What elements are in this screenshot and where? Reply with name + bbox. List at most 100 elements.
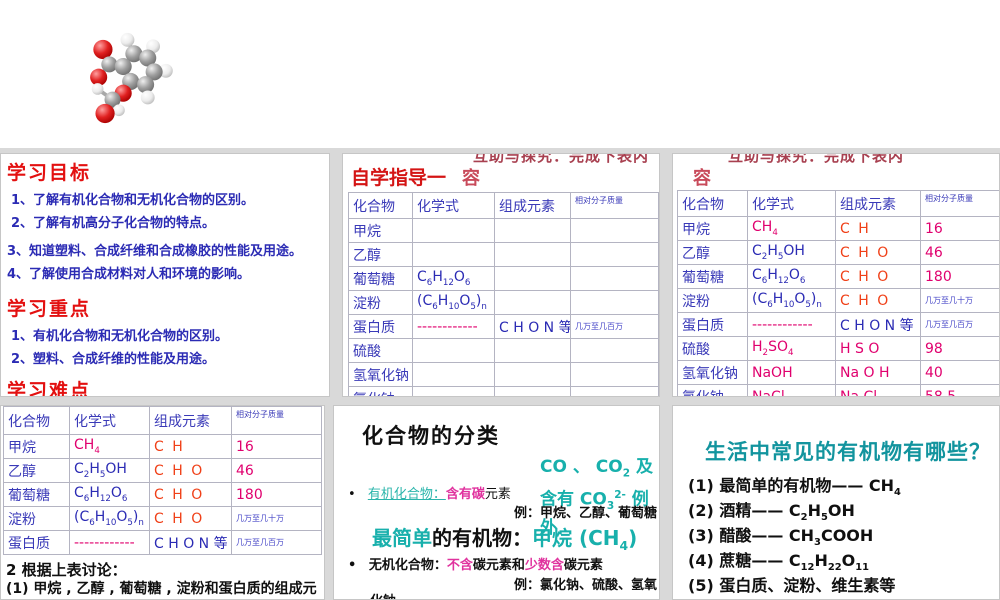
slide-common-organics[interactable]: 生活中常见的有机物有哪些？ (1) 最简单的有机物—— CH4 (2) 酒精——… [672,405,1000,600]
column-header: 化学式 [412,192,495,219]
cell-formula: (C6H10O5)n [747,288,836,313]
column-header: 相对分子质量 [920,190,999,217]
cell-elements: C H O [835,264,921,289]
inorganic-examples-line1: 例：氯化钠、硫酸、氢氧 [514,578,658,593]
cell-compound: 硫酸 [677,336,748,361]
slide-compound-classification[interactable]: 化合物的分类 CO 、 CO2 及 含有 CO32- 例 外 有机化合物：含有碳… [333,405,660,600]
table-row: 乙醇 C2H5OH C H O 46 [677,240,999,265]
formula: C2H5OH [788,501,855,524]
cell-mass [570,242,659,267]
table-row: 蛋白质 ------------ C H O N 等几万至几百万 [677,312,999,337]
cell-mass: 46 [231,458,322,483]
cell-formula [412,218,495,243]
compound-table-review: 化合物 化学式 组成元素 相对分子质量 甲烷 CH4 C H 16 乙醇 C2H5OH C H O4… [3,406,322,555]
cell-formula [412,242,495,267]
focus-item: 1、有机化合物和无机化合物的区别。 [11,329,229,344]
cell-compound: 氢氧化钠 [348,362,413,387]
cell-mass: 180 [231,482,322,507]
cell-formula: C6H12O6 [747,264,836,289]
column-header: 化合物 [3,406,70,435]
cell-compound: 淀粉 [677,288,748,313]
classification-title: 化合物的分类 [362,424,500,448]
simplest-pre: 最简单 [372,526,432,550]
cell-formula: NaCl [747,384,836,396]
cell-formula: CH4 [747,216,836,241]
cell-formula [412,362,495,387]
cell-formula: (C6H10O5)n [69,506,150,531]
table-row: 硫酸 H2SO4 H S O 98 [677,336,999,361]
discussion-line: (1) 甲烷 , 乙醇 , 葡萄糖 , 淀粉和蛋白质的组成元 [6,581,317,597]
table-row: 硫酸 [348,338,659,363]
table-row: 葡萄糖 C6H12O6 C H O 180 [3,482,322,507]
difficulty-title: 学习难点 [7,380,92,397]
table-header-row: 化合物 化学式 组成元素 相对分子质量 [3,406,322,435]
formula: C12H22O11 [788,551,870,574]
common-organics-title: 生活中常见的有机物有哪些？ [705,440,991,464]
table-row: 葡萄糖 C6H12O6 C H O 180 [677,264,999,289]
hydrogen-atom [140,90,155,105]
cell-compound: 蛋白质 [3,530,70,555]
cell-compound: 乙醇 [3,458,70,483]
cell-elements: Na Cl [835,384,921,396]
table-row: 甲烷 CH4 C H 16 [3,434,322,459]
cell-compound: 葡萄糖 [677,264,748,289]
cell-compound: 甲烷 [3,434,70,459]
cell-formula: C2H5OH [69,458,150,483]
simplest-organic-line: 最简单的有机物：甲烷 (CH4) [372,522,637,553]
focus-item: 2、塑料、合成纤维的性能及用途。 [11,352,216,367]
common-organics-list: (1) 最简单的有机物—— CH4 (2) 酒精—— C2H5OH (3) 醋酸… [688,472,901,597]
slide-table-discussion[interactable]: 化合物 化学式 组成元素 相对分子质量 甲烷 CH4 C H 16 乙醇 C2H5OH C H O4… [0,405,325,600]
cell-mass: 46 [920,240,999,265]
table-row: 氢氧化钠 NaOH Na O H 40 [677,360,999,385]
column-header: 相对分子质量 [570,192,659,219]
cell-mass: 16 [920,216,999,241]
cell-mass: 几万至几百万 [920,312,999,337]
hydrogen-atom [91,83,104,95]
cell-elements [494,218,571,243]
molecule-atoms [90,32,173,124]
hydrogen-atom [113,104,125,117]
cell-elements [494,266,571,291]
organic-label: 有机化合物： [367,487,446,502]
clipped-note: 互助与探究：完成下表内 [728,154,905,163]
list-item: (3) 醋酸—— CH3COOH [688,526,874,549]
oxygen-atom [93,39,113,60]
carbon-atom [101,56,118,73]
cell-mass: 98 [920,336,999,361]
column-header: 化合物 [677,190,748,217]
cell-formula: ------------ [412,314,495,339]
compound-table-blank: 化合物 化学式 组成元素 相对分子质量 甲烷 乙醇 葡萄糖 C6H12O6 淀粉 (C6H10O5… [348,192,659,396]
list-item: (2) 酒精—— C2H5OH [688,501,855,524]
cell-mass [570,218,659,243]
cell-mass [570,290,659,315]
compound-table-filled: 化合物 化学式 组成元素 相对分子质量 甲烷 CH4 C H 16 乙醇 C2H5OH C H O4… [677,190,999,396]
cell-formula: ------------ [69,530,150,555]
table-row: 淀粉 (C6H10O5)n [348,290,659,315]
simplest-mid: 的有机物： [432,526,532,550]
cell-elements [494,362,571,387]
cell-elements [494,338,571,363]
oxygen-atom [95,103,115,124]
carbon-atom [114,58,132,76]
slide-self-study-blank-table[interactable]: 互助与探究：完成下表内 自学指导一容 化合物 化学式 组成元素 相对分子质量 甲烷 乙醇葡… [342,153,660,397]
slide-self-study-filled-table[interactable]: 互助与探究：完成下表内 容 化合物 化学式 组成元素 相对分子质量 甲烷 CH4 C H 16… [672,153,1000,397]
cell-mass [570,266,659,291]
cell-mass: 几万至几十万 [231,506,322,531]
cell-compound: 蛋白质 [677,312,748,337]
cell-elements: C H [149,434,232,459]
cell-formula: C6H12O6 [69,482,150,507]
slide-learning-goals[interactable]: 学习目标 1、了解有机化合物和无机化合物的区别。 2、了解有机高分子化合物的特点… [0,153,330,397]
goal-item: 3、知道塑料、合成纤维和合成橡胶的性能及用途。 [7,244,303,259]
organic-rest: 元素 [484,487,511,502]
cell-elements: C H [835,216,921,241]
table-row: 淀粉 (C6H10O5)n C H O 几万至几十万 [3,506,322,531]
inorganic-mid: 碳元素和 [472,558,525,573]
simplest-value: 甲烷 (CH4) [532,526,638,553]
cell-elements: C H O [149,458,232,483]
cell-compound: 氯化钠 [677,384,748,396]
cell-compound: 葡萄糖 [3,482,70,507]
table-row: 氯化钠NaClNa Cl58.5 [677,384,999,396]
cell-mass: 几万至几百万 [231,530,322,555]
goal-item: 1、了解有机化合物和无机化合物的区别。 [11,193,255,208]
cell-elements: C H O N 等 [494,314,571,339]
